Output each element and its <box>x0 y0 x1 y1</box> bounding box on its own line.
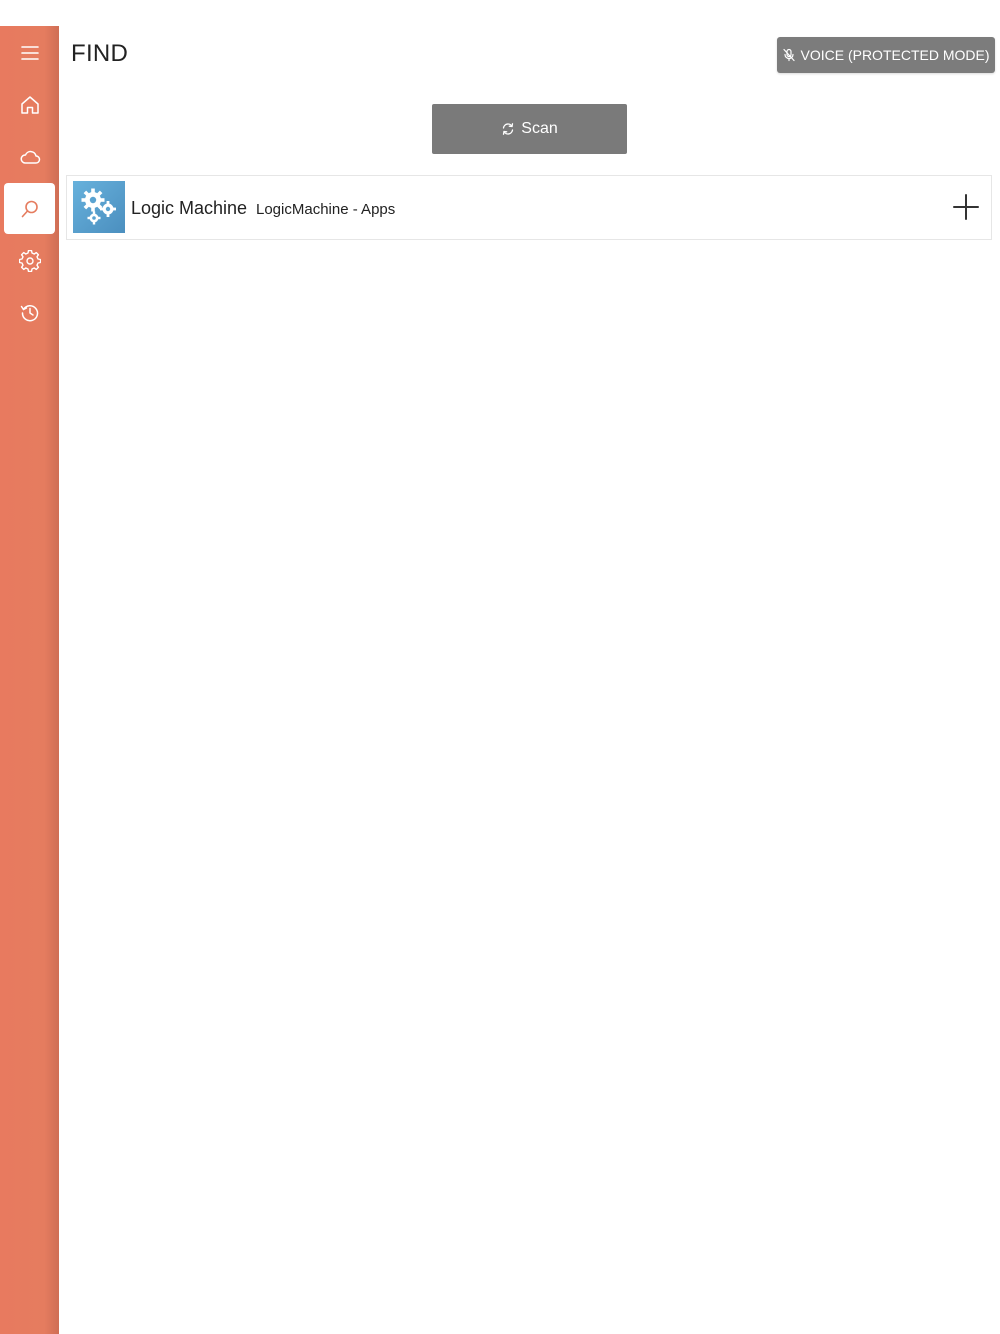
home-icon <box>20 95 39 114</box>
hamburger-menu-icon <box>20 45 39 60</box>
voice-button[interactable]: VOICE (PROTECTED MODE) <box>777 37 995 73</box>
sidebar-item-settings[interactable] <box>4 235 55 286</box>
microphone-off-icon <box>783 48 796 62</box>
add-device-button[interactable] <box>951 192 981 222</box>
sidebar-item-find[interactable] <box>4 183 55 234</box>
sidebar-item-history[interactable] <box>4 287 55 338</box>
sidebar <box>0 26 59 1334</box>
voice-button-label: VOICE (PROTECTED MODE) <box>800 47 990 63</box>
plus-icon <box>953 194 979 220</box>
search-icon <box>21 200 38 217</box>
device-thumbnail <box>73 181 125 233</box>
gears-icon <box>81 188 116 225</box>
refresh-icon <box>503 123 514 135</box>
device-subtitle: LogicMachine - Apps <box>256 201 396 218</box>
sidebar-item-home[interactable] <box>4 79 55 130</box>
history-icon <box>20 304 38 321</box>
sidebar-item-cloud[interactable] <box>4 131 55 182</box>
device-list-item[interactable]: Logic Machine LogicMachine - Apps <box>66 175 992 240</box>
scan-button[interactable]: Scan <box>432 104 627 154</box>
gear-icon <box>18 249 41 272</box>
scan-button-label: Scan <box>521 120 558 137</box>
cloud-icon <box>20 150 40 164</box>
find-screen: FIND VOICE (PROTECTED MODE) Scan Logic M… <box>0 0 1000 1334</box>
sidebar-item-menu[interactable] <box>4 27 55 78</box>
device-name: Logic Machine <box>131 198 248 218</box>
page-title: FIND <box>71 40 129 67</box>
